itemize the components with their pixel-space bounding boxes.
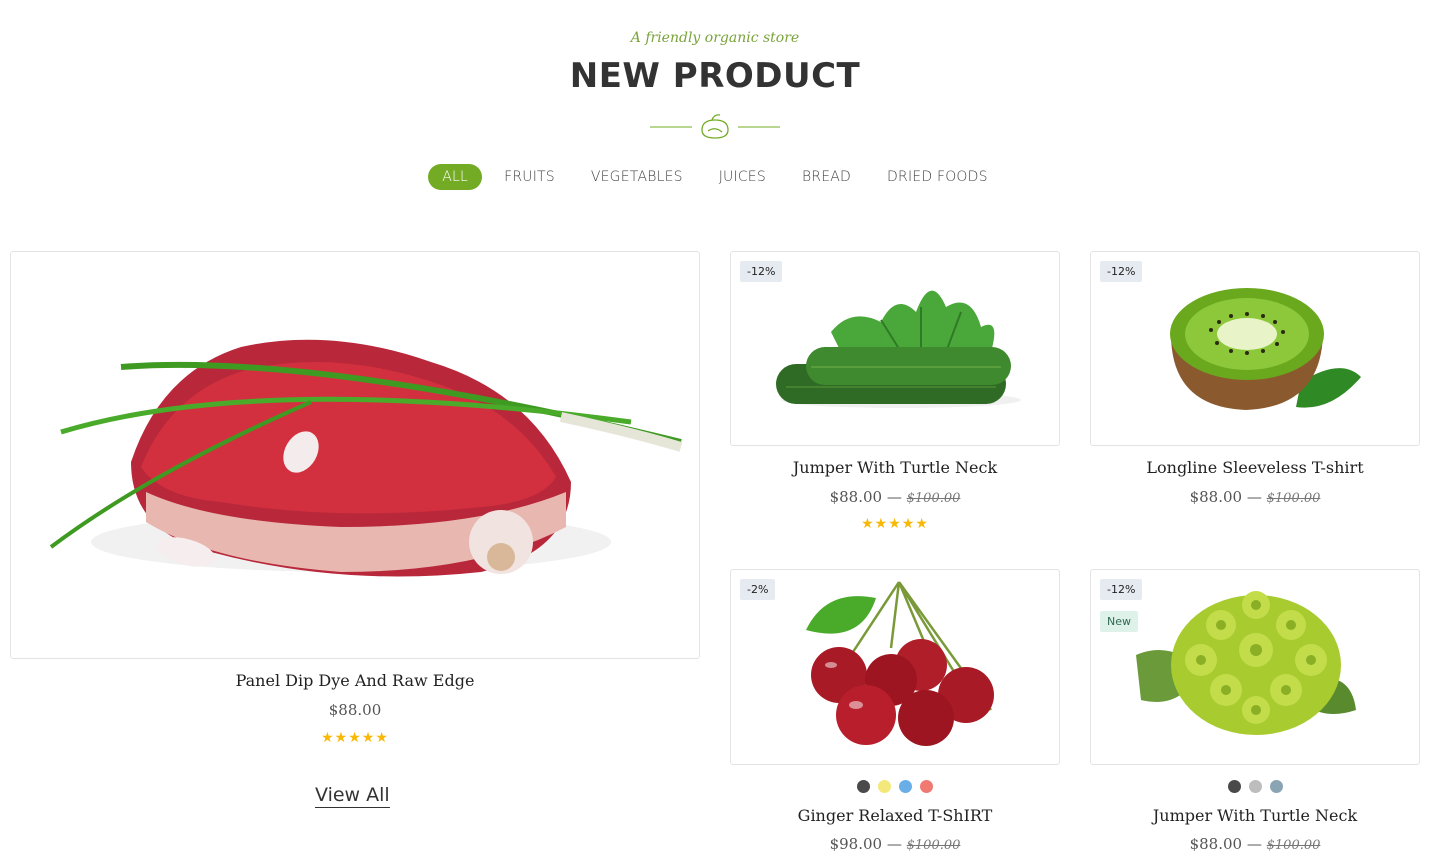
cherries-image bbox=[806, 581, 994, 746]
featured-product-price: $88.00 bbox=[328, 701, 382, 719]
color-swatch[interactable] bbox=[857, 780, 870, 793]
featured-product-name[interactable]: Panel Dip Dye And Raw Edge bbox=[10, 671, 700, 690]
color-swatch[interactable] bbox=[1269, 780, 1283, 793]
section-title: NEW PRODUCT bbox=[569, 56, 861, 96]
color-swatch[interactable] bbox=[1227, 780, 1241, 793]
product-card-image[interactable]: -2% bbox=[730, 569, 1060, 765]
color-swatch[interactable] bbox=[920, 780, 933, 793]
product-card-image[interactable]: -12% New bbox=[1090, 569, 1420, 765]
color-swatches bbox=[1090, 780, 1420, 793]
product-price: $88.00 — $100.00 bbox=[1090, 835, 1420, 853]
color-swatch[interactable] bbox=[878, 780, 891, 793]
color-swatches bbox=[730, 780, 1060, 793]
product-card-image[interactable]: -12% bbox=[1090, 251, 1420, 446]
tab-fruits[interactable]: FRUITS bbox=[490, 164, 569, 190]
current-price: $98.00 bbox=[829, 835, 883, 853]
old-price: $100.00 bbox=[906, 838, 961, 853]
product-card-image[interactable]: -12% bbox=[730, 251, 1060, 446]
price-separator: — bbox=[1246, 835, 1262, 853]
price-separator: — bbox=[1246, 488, 1262, 506]
featured-rating-stars: ★★★★★ bbox=[321, 729, 389, 745]
discount-badge: -12% bbox=[1100, 579, 1143, 600]
color-swatch[interactable] bbox=[1248, 780, 1262, 793]
category-tabs: ALL FRUITS VEGETABLES JUICES BREAD DRIED… bbox=[0, 164, 1430, 190]
price-separator: — bbox=[886, 835, 902, 853]
product-price: $88.00 — $100.00 bbox=[730, 488, 1060, 506]
old-price: $100.00 bbox=[1266, 491, 1321, 506]
discount-badge: -12% bbox=[740, 261, 783, 282]
current-price: $88.00 bbox=[1189, 835, 1243, 853]
product-price: $98.00 — $100.00 bbox=[730, 835, 1060, 853]
steak-image bbox=[49, 339, 683, 577]
section-tagline: A friendly organic store bbox=[630, 30, 800, 46]
product-price: $88.00 — $100.00 bbox=[1090, 488, 1420, 506]
tab-all[interactable]: ALL bbox=[428, 164, 483, 190]
featured-product-image[interactable] bbox=[10, 251, 700, 659]
product-name[interactable]: Jumper With Turtle Neck bbox=[730, 458, 1060, 477]
current-price: $88.00 bbox=[829, 488, 883, 506]
tab-bread[interactable]: BREAD bbox=[788, 164, 865, 190]
discount-badge: -12% bbox=[1100, 261, 1143, 282]
tab-dried-foods[interactable]: DRIED FOODS bbox=[873, 164, 1002, 190]
tab-juices[interactable]: JUICES bbox=[705, 164, 780, 190]
tab-vegetables[interactable]: VEGETABLES bbox=[577, 164, 697, 190]
new-badge: New bbox=[1100, 611, 1138, 632]
product-name[interactable]: Jumper With Turtle Neck bbox=[1090, 806, 1420, 825]
product-name[interactable]: Ginger Relaxed T-ShIRT bbox=[730, 806, 1060, 825]
product-name[interactable]: Longline Sleeveless T-shirt bbox=[1090, 458, 1420, 477]
old-price: $100.00 bbox=[1266, 838, 1321, 853]
view-all-link[interactable]: View All bbox=[315, 784, 390, 808]
price-separator: — bbox=[886, 488, 902, 506]
title-divider-icon bbox=[650, 114, 780, 139]
discount-badge: -2% bbox=[740, 579, 776, 600]
current-price: $88.00 bbox=[1189, 488, 1243, 506]
color-swatch[interactable] bbox=[899, 780, 912, 793]
old-price: $100.00 bbox=[906, 491, 961, 506]
rating-stars: ★★★★★ bbox=[861, 515, 929, 531]
